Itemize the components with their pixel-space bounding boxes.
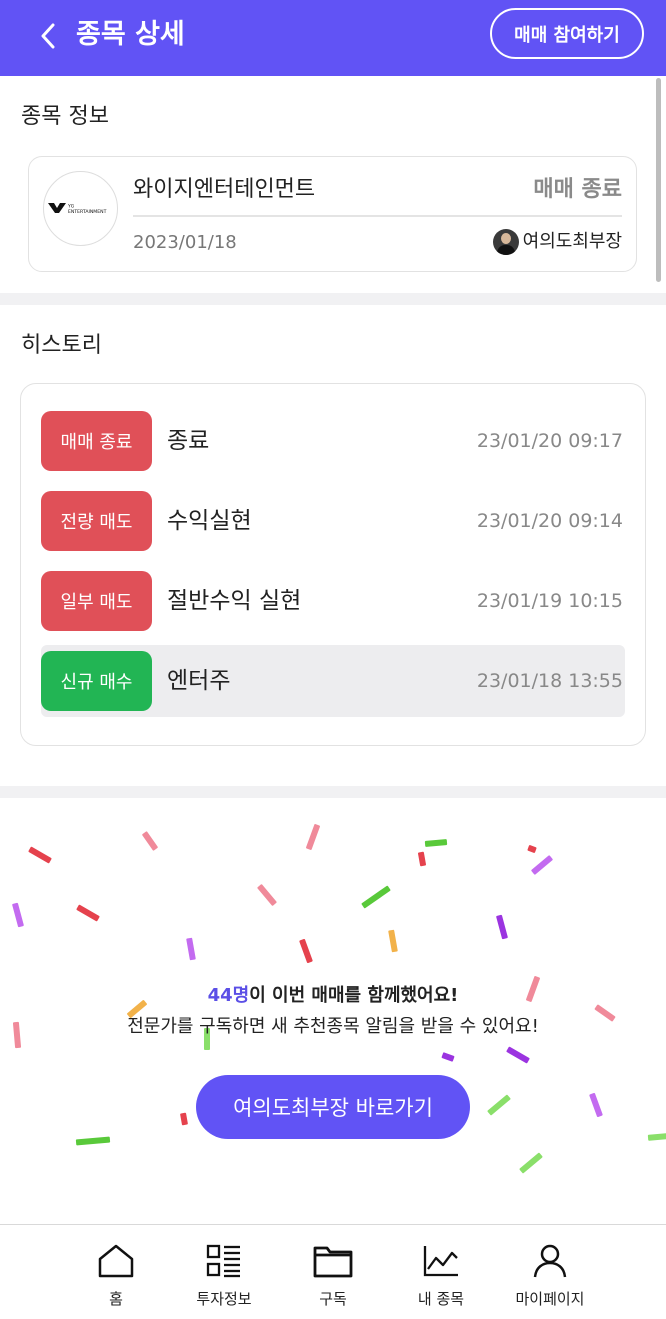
stock-logo: YG ENTERTAINMENT xyxy=(43,171,118,246)
history-row[interactable]: 전량 매도 수익실현 23/01/20 09:14 xyxy=(41,490,625,552)
confetti-piece xyxy=(424,839,448,847)
stock-status: 매매 종료 xyxy=(533,177,622,202)
go-to-expert-button[interactable]: 여의도최부장 바로가기 xyxy=(196,1075,470,1139)
history-section-title: 히스토리 xyxy=(21,333,102,358)
history-time: 23/01/20 09:17 xyxy=(476,430,623,452)
confetti-piece xyxy=(506,1046,530,1064)
list-icon xyxy=(206,1244,240,1278)
history-text: 수익실현 xyxy=(167,508,252,534)
folder-icon xyxy=(313,1246,353,1278)
stock-name: 와이지엔터테인먼트 xyxy=(133,177,316,202)
promo-headline: 44명이 이번 매매를 함께했어요! xyxy=(0,982,666,1010)
stock-info-card[interactable]: YG ENTERTAINMENT 와이지엔터테인먼트 매매 종료 2023/01… xyxy=(28,156,637,272)
history-time: 23/01/20 09:14 xyxy=(476,510,623,532)
page-title: 종목 상세 xyxy=(76,19,185,50)
confetti-piece xyxy=(519,1152,543,1174)
nav-label: 마이페이지 xyxy=(515,1290,585,1308)
nav-label: 투자정보 xyxy=(196,1290,252,1308)
confetti-piece xyxy=(11,902,25,928)
confetti-background xyxy=(0,798,666,1224)
back-button[interactable] xyxy=(30,18,66,54)
history-badge: 일부 매도 xyxy=(41,571,152,631)
yg-logo-icon: YG ENTERTAINMENT xyxy=(47,202,107,215)
nav-item-mypage[interactable]: 마이페이지 xyxy=(505,1241,595,1309)
confetti-piece xyxy=(417,851,427,867)
person-icon xyxy=(533,1244,567,1278)
confetti-piece xyxy=(530,854,554,876)
expert-info[interactable]: 여의도최부장 xyxy=(492,229,622,255)
confetti-piece xyxy=(388,929,398,953)
history-text: 절반수익 실현 xyxy=(167,588,302,614)
svg-text:ENTERTAINMENT: ENTERTAINMENT xyxy=(68,209,107,215)
nav-item-subscribe[interactable]: 구독 xyxy=(288,1241,378,1309)
nav-item-home[interactable]: 홈 xyxy=(71,1241,161,1309)
stock-info-section-title: 종목 정보 xyxy=(21,104,109,129)
avatar xyxy=(492,229,519,255)
confetti-piece xyxy=(256,883,278,907)
history-time: 23/01/18 13:55 xyxy=(476,670,623,692)
history-text: 종료 xyxy=(167,428,210,454)
confetti-piece xyxy=(495,914,509,940)
participant-count: 44명 xyxy=(207,985,250,1006)
nav-label: 구독 xyxy=(319,1290,347,1308)
join-trade-button[interactable]: 매매 참여하기 xyxy=(490,8,644,59)
promo-headline-text: 이 이번 매매를 함께했어요! xyxy=(249,985,459,1006)
chevron-left-icon xyxy=(41,23,55,49)
divider xyxy=(133,215,622,217)
confetti-piece xyxy=(180,1112,188,1126)
section-divider xyxy=(0,786,666,798)
history-row[interactable]: 일부 매도 절반수익 실현 23/01/19 10:15 xyxy=(41,570,625,632)
nav-item-my-stocks[interactable]: 내 종목 xyxy=(396,1241,486,1309)
confetti-piece xyxy=(299,938,313,964)
bottom-nav: 홈 투자정보 구독 내 종목 마이페이지 xyxy=(0,1224,666,1319)
confetti-piece xyxy=(141,831,159,851)
confetti-piece xyxy=(361,885,391,909)
history-badge: 신규 매수 xyxy=(41,651,152,711)
confetti-piece xyxy=(186,937,196,961)
expert-name: 여의도최부장 xyxy=(522,231,622,252)
confetti-piece xyxy=(647,1133,666,1141)
history-badge: 매매 종료 xyxy=(41,411,152,471)
nav-label: 홈 xyxy=(109,1290,123,1308)
confetti-piece xyxy=(487,1094,511,1116)
home-icon xyxy=(98,1244,134,1278)
svg-text:YG: YG xyxy=(67,203,75,209)
promo-subtext: 전문가를 구독하면 새 추천종목 알림을 받을 수 있어요! xyxy=(127,1016,539,1037)
section-divider xyxy=(0,293,666,305)
history-row-selected[interactable]: 신규 매수 엔터주 23/01/18 13:55 xyxy=(41,645,625,717)
nav-item-invest-info[interactable]: 투자정보 xyxy=(179,1241,269,1309)
history-row[interactable]: 매매 종료 종료 23/01/20 09:17 xyxy=(41,410,625,472)
history-time: 23/01/19 10:15 xyxy=(476,590,623,612)
history-text: 엔터주 xyxy=(167,668,231,694)
history-badge: 전량 매도 xyxy=(41,491,152,551)
confetti-piece xyxy=(589,1092,603,1118)
confetti-piece xyxy=(28,846,52,864)
nav-label: 내 종목 xyxy=(417,1290,465,1308)
confetti-piece xyxy=(527,844,537,854)
stock-date: 2023/01/18 xyxy=(133,232,237,253)
history-card: 매매 종료 종료 23/01/20 09:17 전량 매도 수익실현 23/01… xyxy=(20,383,646,746)
chart-icon xyxy=(423,1246,458,1277)
scrollbar-thumb[interactable] xyxy=(656,78,661,282)
confetti-piece xyxy=(441,1052,455,1062)
confetti-piece xyxy=(75,1136,111,1146)
app-header: 종목 상세 매매 참여하기 xyxy=(0,0,666,76)
confetti-piece xyxy=(305,823,321,851)
confetti-piece xyxy=(76,904,100,922)
